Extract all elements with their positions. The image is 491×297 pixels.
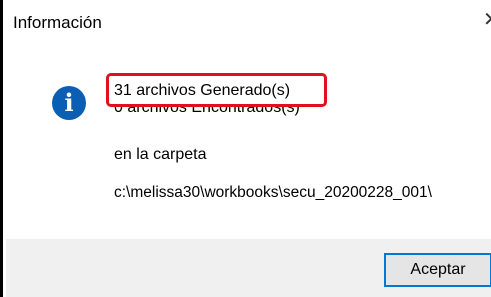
info-dialog: Información ✕ i 31 archivos Generado(s) … [0,0,491,297]
info-icon: i [52,86,86,120]
dialog-title: Información [13,13,102,32]
title-bar: Información ✕ [6,0,491,44]
highlight-annotation [106,73,327,107]
folder-path: c:\melissa30\workbooks\secu_20200228_001… [114,184,432,201]
dialog-footer: Aceptar [6,239,491,297]
dialog-content: i 31 archivos Generado(s) 0 archivos Enc… [6,44,491,239]
folder-label: en la carpeta [114,146,207,163]
close-icon[interactable]: ✕ [483,9,491,31]
accept-button[interactable]: Aceptar [384,253,491,287]
